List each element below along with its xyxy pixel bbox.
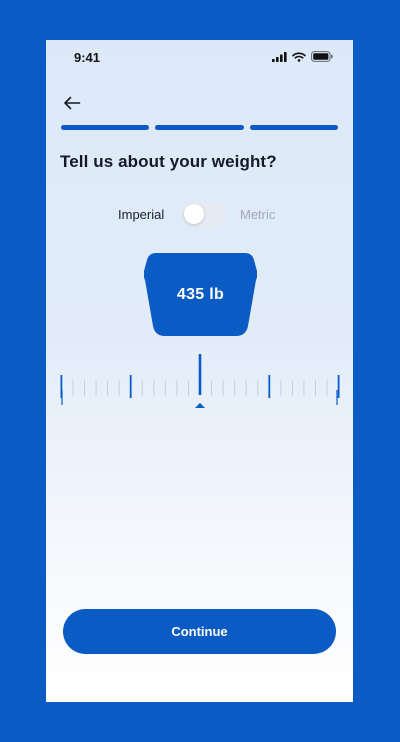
back-button[interactable] <box>60 91 84 115</box>
status-icons <box>272 51 333 62</box>
unit-toggle[interactable] <box>181 202 226 226</box>
status-bar: 9:41 <box>46 40 353 74</box>
unit-metric-label[interactable]: Metric <box>240 207 275 222</box>
unit-selector: Imperial Metric <box>46 200 353 228</box>
progress-step <box>155 125 244 130</box>
arrow-left-icon <box>64 96 81 110</box>
ruler-scale[interactable] <box>46 345 353 425</box>
question-title: Tell us about your weight? <box>60 152 277 171</box>
ruler-pointer-icon <box>195 403 205 408</box>
battery-icon <box>311 51 333 62</box>
unit-imperial-label[interactable]: Imperial <box>118 207 164 222</box>
wifi-icon <box>292 52 306 62</box>
progress-step <box>61 125 150 130</box>
status-time: 9:41 <box>74 50 101 65</box>
progress-step <box>249 125 338 130</box>
unit-toggle-knob <box>184 204 204 224</box>
weight-value-display: 435 lb <box>144 253 257 336</box>
progress-bar <box>61 125 338 130</box>
signal-icon <box>272 51 287 62</box>
weight-value: 435 lb <box>176 285 225 303</box>
weight-ruler[interactable] <box>46 345 353 425</box>
phone-screen: 9:41 Tell us about your weight? Imperial… <box>46 40 353 702</box>
continue-button[interactable]: Continue <box>63 609 336 654</box>
